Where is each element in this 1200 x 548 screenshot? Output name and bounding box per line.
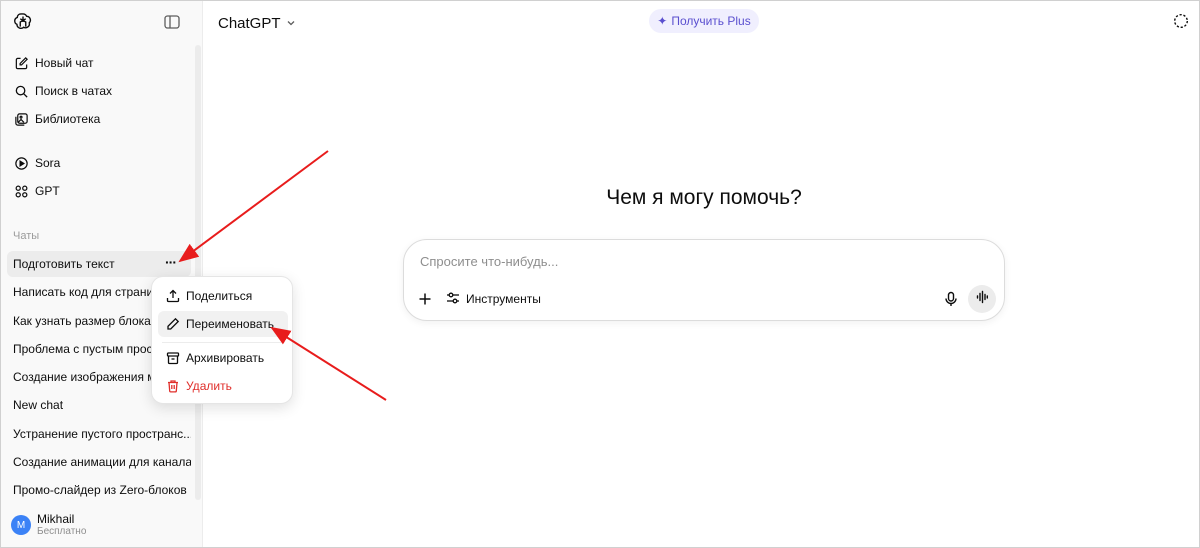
tools-button[interactable]: Инструменты [446, 289, 541, 309]
archive-icon [166, 351, 180, 365]
sidebar: Новый чат Поиск в чатах Библиотека Sora … [1, 1, 203, 547]
sidebar-item-label: Sora [35, 156, 61, 170]
model-switcher[interactable]: ChatGPT [218, 12, 296, 34]
microphone-icon[interactable] [942, 290, 960, 308]
get-plus-button[interactable]: ✦ Получить Plus [649, 9, 759, 33]
voice-mode-button[interactable] [968, 285, 996, 313]
toggle-sidebar-icon[interactable] [163, 13, 181, 31]
sparkle-icon: ✦ [657, 14, 668, 28]
play-icon [13, 155, 29, 171]
chat-item[interactable]: Устранение пустого пространс... [7, 421, 191, 447]
chats-section-label: Чаты [13, 230, 40, 242]
sidebar-item-label: Библиотека [35, 112, 101, 126]
search-icon [13, 83, 29, 99]
menu-item-label: Переименовать [186, 317, 274, 331]
temporary-chat-icon[interactable] [1173, 13, 1189, 29]
sidebar-item-search[interactable]: Поиск в чатах [7, 78, 187, 104]
sliders-icon [446, 291, 466, 308]
waveform-icon [975, 290, 989, 309]
sidebar-item-new-chat[interactable]: Новый чат [7, 50, 187, 76]
model-name: ChatGPT [218, 14, 281, 32]
get-plus-label: Получить Plus [671, 14, 751, 28]
openai-logo-icon[interactable] [12, 11, 34, 33]
sidebar-scrollbar[interactable] [195, 45, 201, 500]
avatar: M [11, 515, 31, 535]
pencil-icon [166, 317, 180, 331]
sidebar-item-gpt[interactable]: GPT [7, 178, 187, 204]
chat-item[interactable]: Подготовить текст [7, 251, 191, 277]
trash-icon [166, 379, 180, 393]
tools-label: Инструменты [466, 292, 541, 306]
chevron-down-icon [281, 15, 296, 32]
menu-divider [162, 342, 284, 343]
library-icon [13, 111, 29, 127]
share-icon [166, 289, 180, 303]
sidebar-item-sora[interactable]: Sora [7, 150, 187, 176]
sidebar-item-label: GPT [35, 184, 60, 198]
chat-context-menu: Поделиться Переименовать Архивировать Уд… [151, 276, 293, 404]
menu-item-label: Поделиться [186, 289, 253, 303]
greeting-heading: Чем я могу помочь? [606, 186, 802, 209]
menu-item-delete[interactable]: Удалить [158, 373, 288, 399]
sidebar-item-label: Поиск в чатах [35, 84, 112, 98]
menu-item-rename[interactable]: Переименовать [158, 311, 288, 337]
chat-options-icon[interactable]: ··· [165, 255, 181, 271]
chat-item[interactable]: Промо-слайдер из Zero-блоков [7, 477, 191, 503]
add-attachment-icon[interactable] [416, 290, 434, 308]
sidebar-item-library[interactable]: Библиотека [7, 106, 187, 132]
user-plan: Бесплатно [37, 526, 87, 537]
prompt-input[interactable] [420, 254, 920, 269]
user-name: Mikhail [37, 512, 75, 526]
chat-item[interactable]: Создание анимации для канала [7, 449, 191, 475]
menu-item-label: Архивировать [186, 351, 265, 365]
user-profile[interactable]: M Mikhail Бесплатно [11, 509, 191, 541]
menu-item-archive[interactable]: Архивировать [158, 345, 288, 371]
compose-icon [13, 55, 29, 71]
sidebar-item-label: Новый чат [35, 56, 94, 70]
composer: Инструменты [403, 239, 1005, 321]
grid-icon [13, 183, 29, 199]
menu-item-share[interactable]: Поделиться [158, 283, 288, 309]
menu-item-label: Удалить [186, 379, 232, 393]
